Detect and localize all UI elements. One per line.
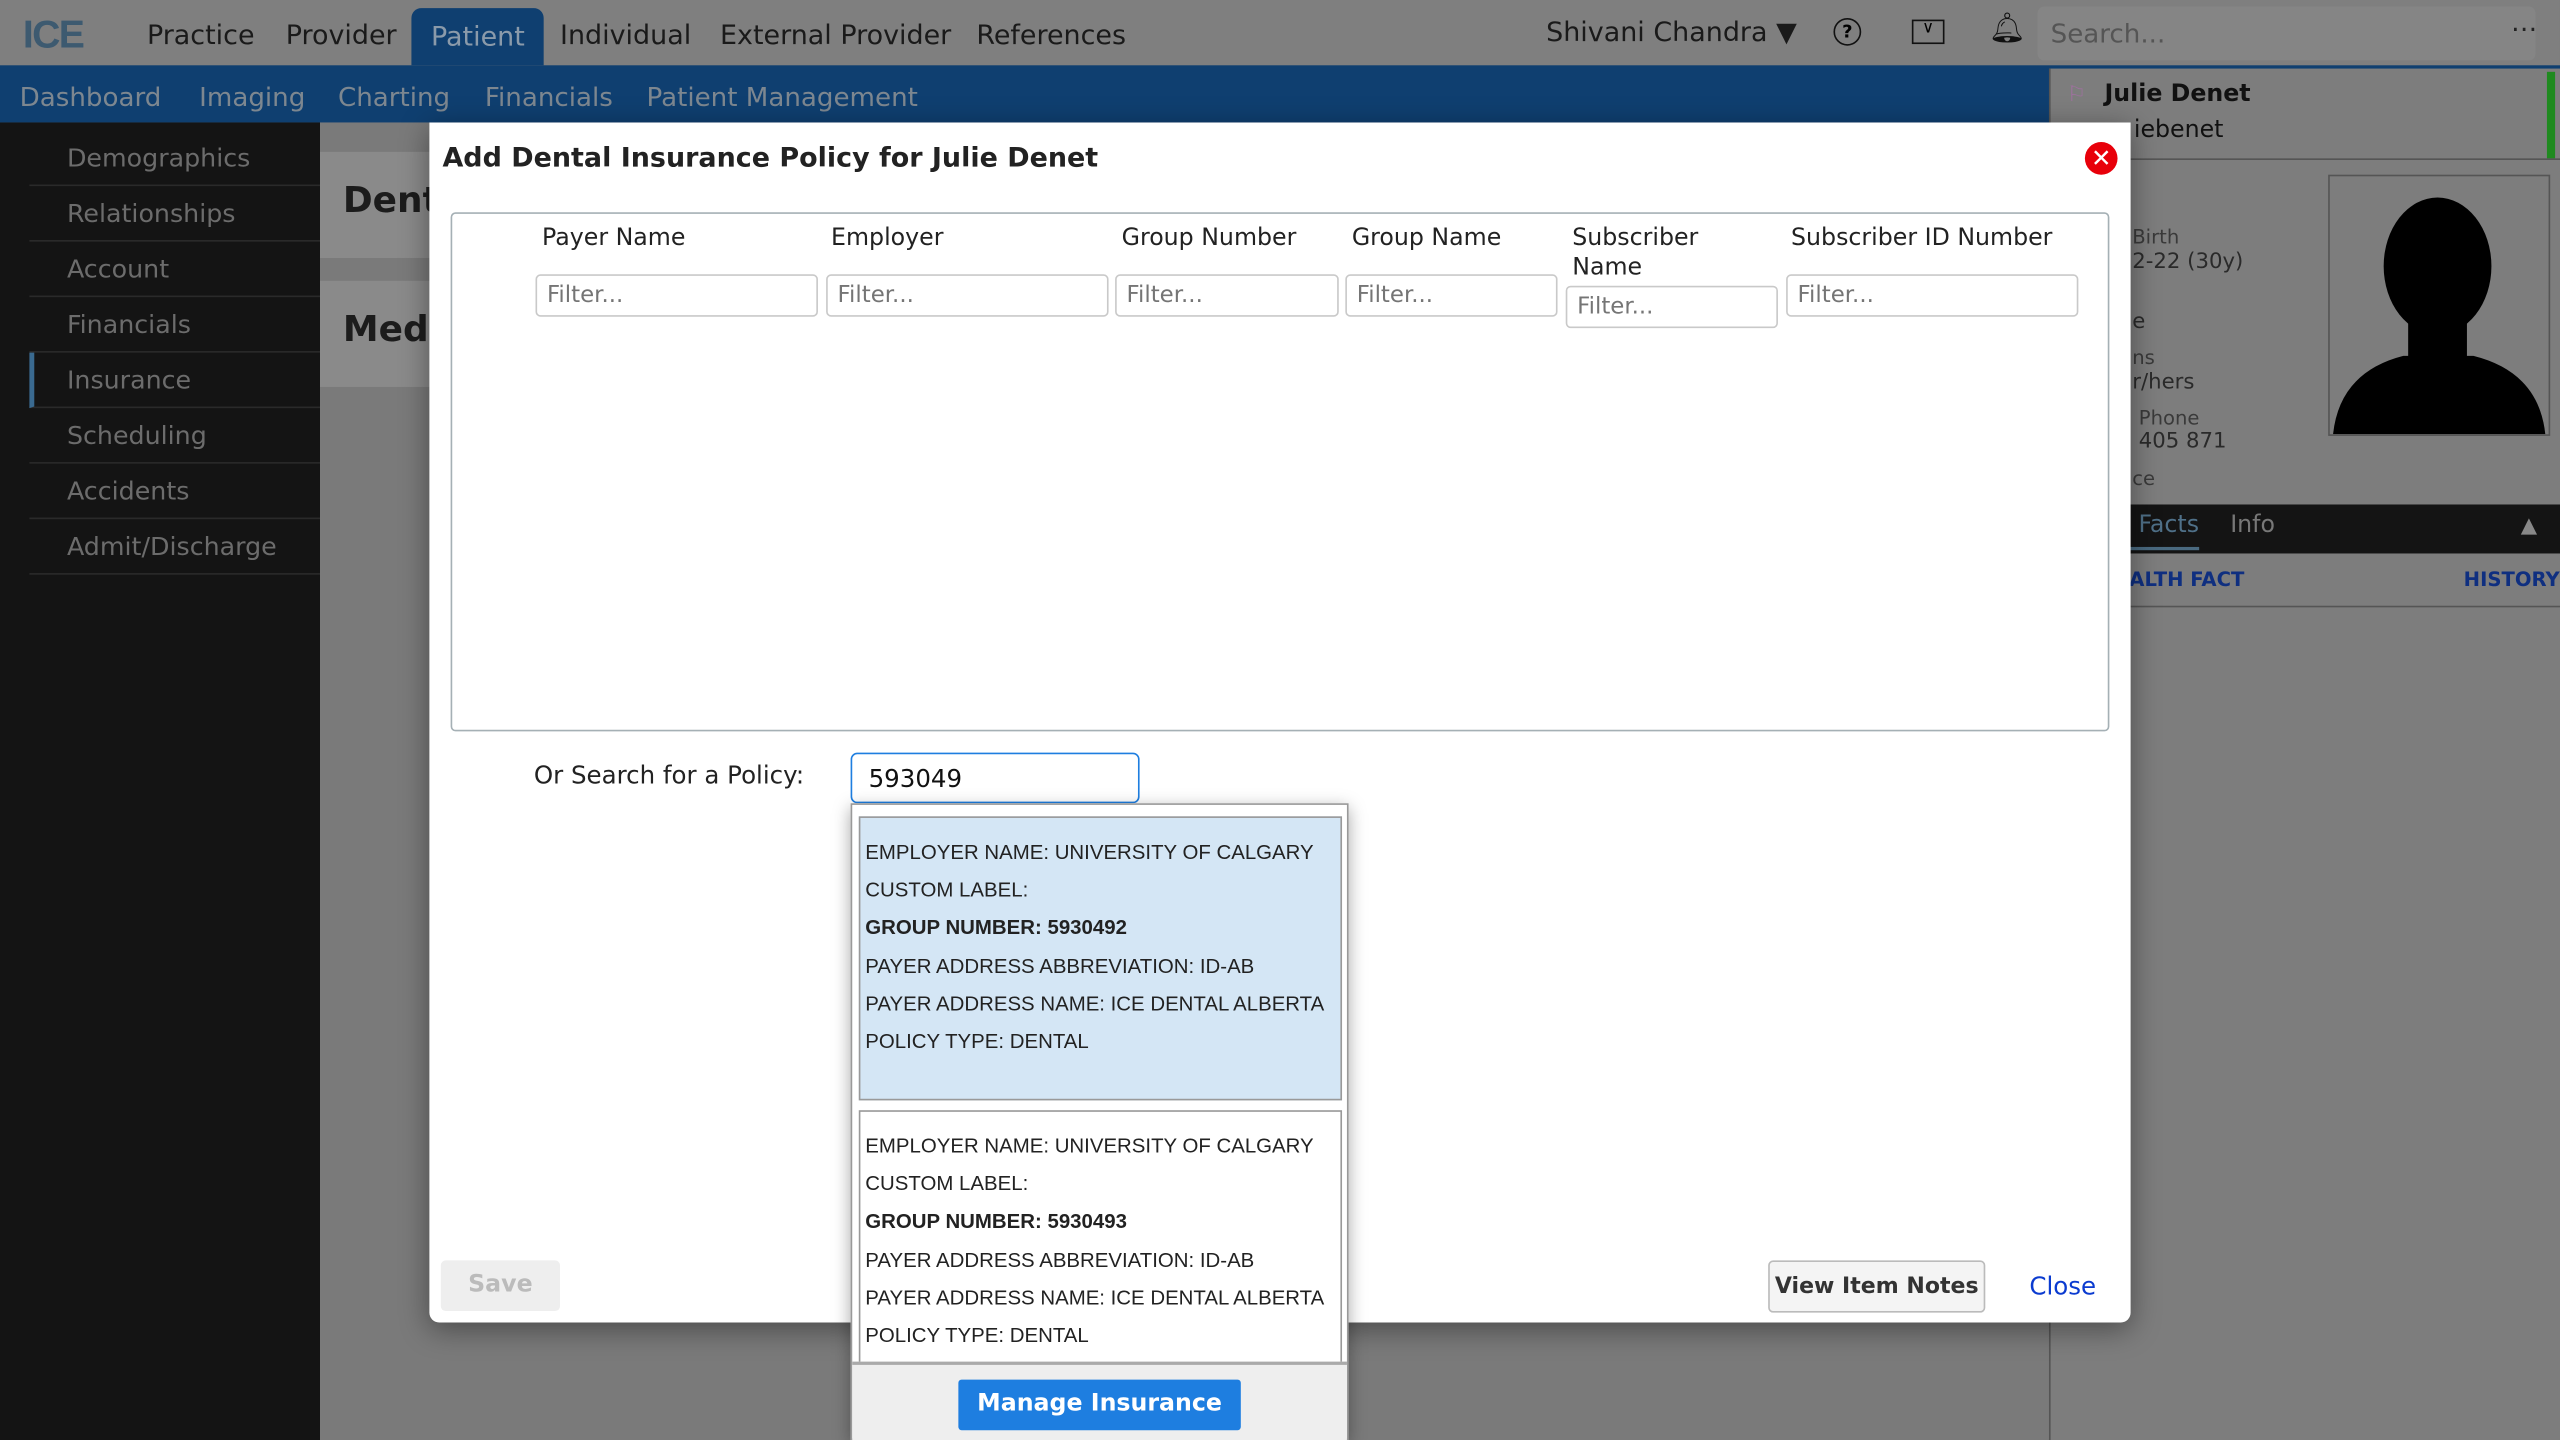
- app: ICE Practice Provider Patient Individual…: [0, 0, 2560, 1440]
- filter-subscriber-id[interactable]: [1786, 274, 2079, 317]
- tab-info[interactable]: Info: [2230, 513, 2275, 539]
- col-group-number[interactable]: Group Number: [1122, 224, 1297, 253]
- birth-value: 2-22 (30y): [2132, 249, 2244, 275]
- search-placeholder: Search...: [2050, 17, 2166, 49]
- filter-employer[interactable]: [826, 274, 1109, 317]
- nav-references[interactable]: References: [976, 20, 1126, 51]
- nav-external-provider[interactable]: External Provider: [720, 20, 951, 51]
- subnav-financials[interactable]: Financials: [485, 82, 613, 113]
- user-name: Shivani Chandra: [1546, 16, 1768, 48]
- close-x-icon[interactable]: ✕: [2084, 142, 2118, 175]
- subnav-charting[interactable]: Charting: [338, 82, 450, 113]
- medical-card-title: Medi: [319, 280, 441, 387]
- sidebar-item-financials[interactable]: Financials: [29, 297, 320, 353]
- result-payer-name: PAYER ADDRESS NAME: ICE DENTAL ALBERTA: [865, 1286, 1325, 1309]
- nav-individual[interactable]: Individual: [560, 20, 691, 51]
- history-link[interactable]: HISTORY: [2464, 568, 2560, 591]
- sidebar-item-account[interactable]: Account: [29, 242, 320, 298]
- filter-group-name[interactable]: [1345, 274, 1558, 317]
- add-health-fact-link[interactable]: EALTH FACT: [2116, 568, 2244, 591]
- policy-search-results: EMPLOYER NAME: UNIVERSITY OF CALGARY CUS…: [850, 803, 1349, 1440]
- search-input[interactable]: Search... ⋯: [2037, 6, 2537, 61]
- results-footer: Manage Insurance: [852, 1361, 1347, 1440]
- dialog-title: Add Dental Insurance Policy for Julie De…: [442, 142, 1099, 174]
- dental-card-title: Dent: [319, 151, 440, 258]
- policy-search-input[interactable]: [850, 752, 1140, 804]
- result-custom-label: CUSTOM LABEL:: [865, 878, 1029, 902]
- top-bar: ICE Practice Provider Patient Individual…: [0, 0, 2560, 66]
- field-fragment: e: [2132, 310, 2146, 335]
- subnav-imaging[interactable]: Imaging: [199, 82, 305, 113]
- result-employer: EMPLOYER NAME: UNIVERSITY OF CALGARY: [865, 840, 1314, 864]
- result-item[interactable]: EMPLOYER NAME: UNIVERSITY OF CALGARY CUS…: [858, 1110, 1343, 1372]
- col-employer[interactable]: Employer: [831, 224, 943, 253]
- sidebar-item-accidents[interactable]: Accidents: [29, 464, 320, 520]
- col-subscriber-name[interactable]: Subscriber Name: [1572, 224, 1752, 283]
- ice-logo[interactable]: ICE: [23, 13, 105, 57]
- sidebar-item-demographics[interactable]: Demographics: [29, 131, 320, 187]
- help-icon[interactable]: ?: [1833, 17, 1862, 46]
- subnav-patient-management[interactable]: Patient Management: [647, 82, 918, 113]
- more-icon[interactable]: ⋯: [2511, 13, 2537, 44]
- mail-icon[interactable]: ∨: [1911, 19, 1945, 45]
- user-menu[interactable]: Shivani Chandra ▼: [1546, 16, 1797, 47]
- result-policy-type: POLICY TYPE: DENTAL: [865, 1030, 1089, 1053]
- manage-insurance-button[interactable]: Manage Insurance: [958, 1379, 1241, 1431]
- search-policy-label: Or Search for a Policy:: [533, 760, 805, 791]
- result-payer-abbrev: PAYER ADDRESS ABBREVIATION: ID-AB: [865, 954, 1255, 978]
- status-bar: [2546, 71, 2556, 159]
- result-policy-type: POLICY TYPE: DENTAL: [865, 1323, 1089, 1347]
- nav-patient[interactable]: Patient: [411, 8, 545, 66]
- col-group-name[interactable]: Group Name: [1352, 224, 1501, 253]
- result-item[interactable]: EMPLOYER NAME: UNIVERSITY OF CALGARY CUS…: [858, 816, 1343, 1101]
- caret-down-icon: ▼: [1776, 16, 1797, 48]
- save-button[interactable]: Save: [440, 1260, 560, 1312]
- avatar-silhouette-icon: [2333, 197, 2546, 435]
- col-payer-name[interactable]: Payer Name: [542, 224, 685, 253]
- result-group-number: GROUP NUMBER: 5930492: [865, 916, 1127, 940]
- flag-icon[interactable]: ⚐: [2067, 83, 2086, 107]
- bell-icon[interactable]: 🔔︎: [1989, 11, 2026, 45]
- birth-label: Birth: [2132, 225, 2180, 249]
- result-payer-abbrev: PAYER ADDRESS ABBREVIATION: ID-AB: [865, 1248, 1255, 1272]
- result-employer: EMPLOYER NAME: UNIVERSITY OF CALGARY: [865, 1134, 1314, 1158]
- sidebar-item-insurance[interactable]: Insurance: [29, 352, 320, 409]
- result-payer-name: PAYER ADDRESS NAME: ICE DENTAL ALBERTA: [865, 992, 1325, 1016]
- patient-photo: [2328, 174, 2551, 436]
- result-group-number: GROUP NUMBER: 5930493: [865, 1210, 1127, 1234]
- result-custom-label: CUSTOM LABEL:: [865, 1172, 1029, 1196]
- sidebar-item-admit-discharge[interactable]: Admit/Discharge: [29, 519, 320, 575]
- phone-value: 405 871: [2138, 429, 2227, 454]
- sidebar-item-relationships[interactable]: Relationships: [29, 186, 320, 242]
- phone-label: Phone: [2138, 406, 2200, 430]
- patient-alias: iebenet: [2133, 117, 2224, 144]
- close-link[interactable]: Close: [2029, 1272, 2096, 1301]
- filter-payer-name[interactable]: [535, 274, 818, 317]
- subnav-dashboard[interactable]: Dashboard: [20, 82, 162, 113]
- pronouns-label: ns: [2132, 346, 2155, 369]
- pronouns-value: r/hers: [2132, 370, 2195, 396]
- nav-provider[interactable]: Provider: [286, 20, 397, 51]
- filter-subscriber-name[interactable]: [1565, 285, 1778, 329]
- sidebar-item-scheduling[interactable]: Scheduling: [29, 408, 320, 464]
- policy-table: Payer Name Employer Group Number Group N…: [450, 212, 2110, 732]
- filter-group-number[interactable]: [1115, 274, 1339, 317]
- patient-name: Julie Denet: [2104, 81, 2251, 108]
- field-fragment-2: ce: [2132, 466, 2156, 490]
- col-subscriber-id[interactable]: Subscriber ID Number: [1791, 224, 2052, 253]
- collapse-icon[interactable]: ▲: [2521, 514, 2537, 538]
- view-item-notes-button[interactable]: View Item Notes: [1768, 1260, 1986, 1313]
- nav-practice[interactable]: Practice: [147, 20, 255, 51]
